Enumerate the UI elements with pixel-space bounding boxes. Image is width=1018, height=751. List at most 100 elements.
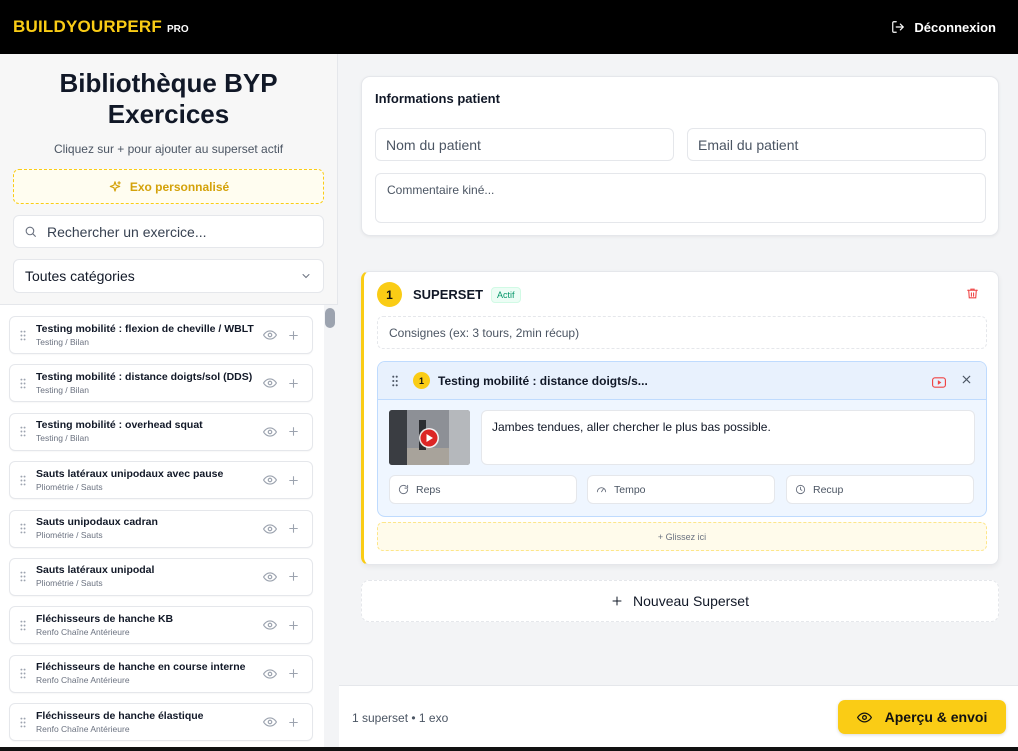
exercise-item-name: Sauts latéraux unipodaux avec pause	[36, 467, 224, 480]
exercise-item-text: Sauts latéraux unipodal Pliométrie / Saut…	[36, 564, 263, 589]
drag-handle-icon[interactable]	[10, 426, 36, 437]
physio-comment-textarea[interactable]: Commentaire kiné...	[375, 173, 986, 223]
eye-icon[interactable]	[263, 522, 277, 536]
close-icon	[962, 375, 971, 384]
scrollbar-thumb[interactable]	[325, 308, 335, 328]
drag-handle-icon[interactable]	[10, 571, 36, 582]
plus-icon[interactable]	[287, 619, 300, 632]
custom-exercise-button[interactable]: Exo personnalisé	[13, 169, 324, 204]
exercise-list-item[interactable]: Sauts latéraux unipodaux avec pause Pliom…	[9, 461, 313, 500]
plus-icon[interactable]	[287, 716, 300, 729]
exercise-item-category: Pliométrie / Sauts	[36, 530, 103, 541]
patient-info-title: Informations patient	[375, 91, 500, 106]
plus-icon[interactable]	[287, 522, 300, 535]
clock-icon	[795, 484, 806, 495]
eye-icon[interactable]	[263, 376, 277, 390]
exercise-list-item[interactable]: Sauts unipodaux cadran Pliométrie / Sauts	[9, 509, 313, 548]
superset-instructions-input[interactable]: Consignes (ex: 3 tours, 2min récup)	[377, 316, 987, 349]
eye-icon[interactable]	[263, 570, 277, 584]
youtube-button[interactable]	[932, 375, 946, 393]
exercise-note-textarea[interactable]: Jambes tendues, aller chercher le plus b…	[481, 410, 975, 465]
exercise-item-text: Testing mobilité : distance doigts/sol (…	[36, 371, 263, 396]
physio-comment-placeholder: Commentaire kiné...	[387, 183, 495, 197]
eye-icon[interactable]	[263, 667, 277, 681]
remove-exercise-button[interactable]	[960, 373, 973, 391]
exercise-number-badge: 1	[413, 372, 430, 389]
exercise-list-item[interactable]: Fléchisseurs de hanche élastique Renfo Ch…	[9, 703, 313, 742]
drop-zone[interactable]: + Glissez ici	[377, 522, 987, 551]
scrollbar-track[interactable]	[324, 305, 338, 751]
drag-handle-icon[interactable]	[10, 378, 36, 389]
plus-icon	[612, 596, 622, 606]
exercise-list: Testing mobilité : flexion de cheville /…	[0, 305, 324, 751]
exercise-list-item[interactable]: Fléchisseurs de hanche en course interne…	[9, 654, 313, 693]
exercise-item-actions	[263, 328, 312, 342]
exercise-list-item[interactable]: Sauts latéraux unipodal Pliométrie / Saut…	[9, 557, 313, 596]
patient-name-placeholder: Nom du patient	[386, 136, 481, 153]
eye-icon[interactable]	[263, 618, 277, 632]
main-panel: Informations patient Nom du patient Emai…	[339, 54, 1018, 751]
exercise-list-item[interactable]: Testing mobilité : overhead squat Testing…	[9, 412, 313, 451]
drag-handle-icon[interactable]	[10, 717, 36, 728]
bottom-edge	[0, 747, 1018, 751]
eye-icon[interactable]	[263, 715, 277, 729]
exercise-list-item[interactable]: Testing mobilité : distance doigts/sol (…	[9, 364, 313, 403]
delete-superset-button[interactable]	[966, 287, 979, 305]
superset-exercise-card[interactable]: 1 Testing mobilité : distance doigts/s..…	[377, 361, 987, 517]
drag-handle-icon[interactable]	[10, 668, 36, 679]
exercise-item-actions	[263, 522, 312, 536]
patient-name-input[interactable]: Nom du patient	[375, 128, 674, 161]
exercise-item-category: Testing / Bilan	[36, 384, 89, 395]
plus-icon[interactable]	[287, 570, 300, 583]
drag-handle-icon[interactable]	[10, 475, 36, 486]
exercise-item-text: Fléchisseurs de hanche élastique Renfo Ch…	[36, 710, 263, 735]
category-select[interactable]: Toutes catégories	[13, 259, 324, 293]
exercise-list-item[interactable]: Fléchisseurs de hanche KB Renfo Chaîne An…	[9, 606, 313, 645]
youtube-icon	[932, 377, 946, 388]
exercise-search[interactable]	[13, 215, 324, 248]
patient-email-input[interactable]: Email du patient	[687, 128, 986, 161]
recup-input[interactable]: Recup	[786, 475, 974, 504]
eye-icon[interactable]	[263, 473, 277, 487]
sparkles-icon	[109, 180, 121, 192]
plus-icon[interactable]	[287, 425, 300, 438]
plus-icon[interactable]	[287, 474, 300, 487]
superset-instructions-placeholder: Consignes (ex: 3 tours, 2min récup)	[389, 325, 580, 340]
eye-icon[interactable]	[263, 425, 277, 439]
patient-email-placeholder: Email du patient	[698, 136, 799, 153]
exercise-list-item[interactable]: Testing mobilité : flexion de cheville /…	[9, 316, 313, 354]
exercise-item-name: Sauts unipodaux cadran	[36, 516, 158, 529]
exercise-library-sidebar: Bibliothèque BYP Exercices Cliquez sur +…	[0, 54, 338, 751]
brand-logo[interactable]: BUILDYOURPERF PRO	[13, 17, 189, 37]
exercise-video-thumbnail[interactable]	[389, 410, 470, 465]
drag-handle-icon[interactable]	[390, 375, 400, 387]
exercise-item-name: Testing mobilité : flexion de cheville /…	[36, 322, 254, 335]
superset-number-badge: 1	[377, 282, 402, 307]
superset-title: SUPERSET	[413, 287, 484, 302]
drag-handle-icon[interactable]	[10, 330, 36, 341]
custom-exercise-label: Exo personnalisé	[129, 179, 230, 194]
top-bar: BUILDYOURPERF PRO Déconnexion	[0, 0, 1018, 54]
exercise-item-actions	[263, 473, 312, 487]
tempo-input[interactable]: Tempo	[587, 475, 775, 504]
reps-input[interactable]: Reps	[389, 475, 577, 504]
drag-handle-icon[interactable]	[10, 620, 36, 631]
exercise-item-actions	[263, 425, 312, 439]
search-input[interactable]	[47, 223, 307, 240]
plus-icon[interactable]	[287, 667, 300, 680]
exercise-item-name: Fléchisseurs de hanche KB	[36, 612, 174, 625]
exercise-item-category: Renfo Chaîne Antérieure	[36, 675, 130, 686]
drag-handle-icon[interactable]	[10, 523, 36, 534]
eye-icon[interactable]	[263, 328, 277, 342]
video-preview-image	[389, 410, 470, 465]
new-superset-label: Nouveau Superset	[633, 593, 749, 609]
exercise-item-text: Testing mobilité : overhead squat Testing…	[36, 419, 263, 444]
category-select-value: Toutes catégories	[25, 268, 135, 284]
logout-button[interactable]: Déconnexion	[891, 20, 996, 35]
exercise-item-actions	[263, 618, 312, 632]
plus-icon[interactable]	[287, 329, 300, 342]
new-superset-button[interactable]: Nouveau Superset	[361, 580, 999, 622]
exercise-item-actions	[263, 715, 312, 729]
preview-send-button[interactable]: Aperçu & envoi	[838, 700, 1006, 734]
plus-icon[interactable]	[287, 377, 300, 390]
